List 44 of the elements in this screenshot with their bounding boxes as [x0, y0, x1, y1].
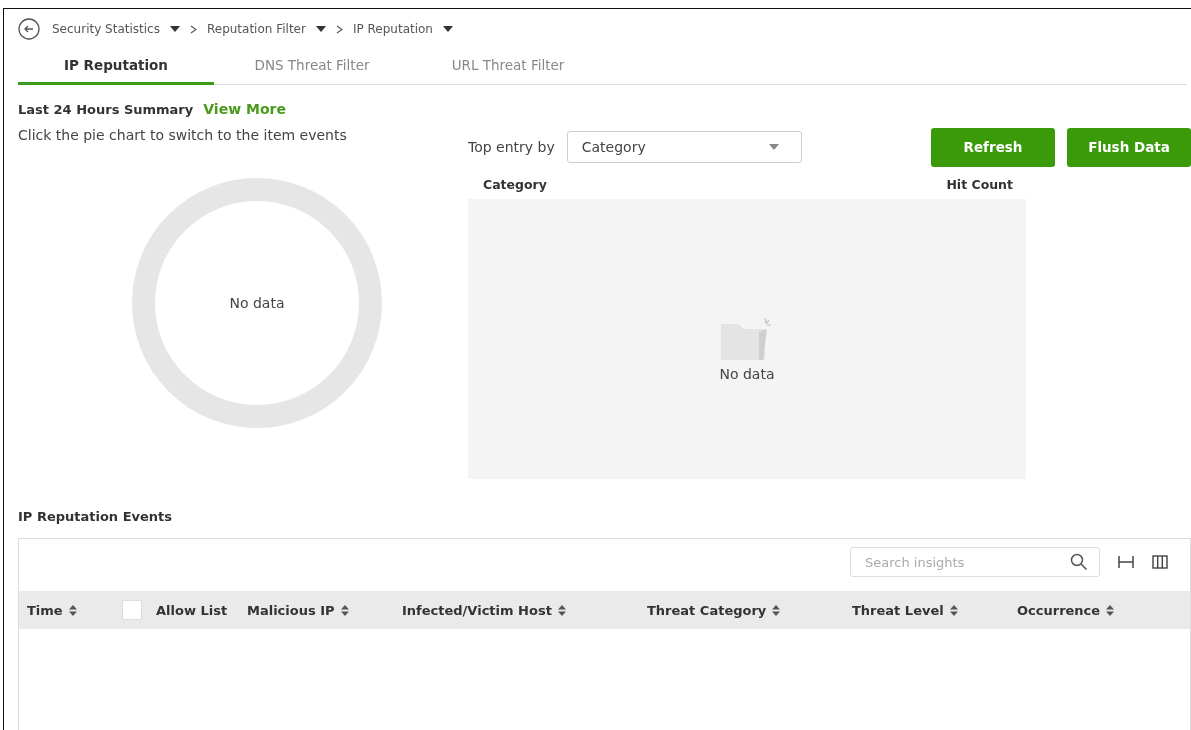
empty-donut-chart[interactable]: No data	[132, 178, 382, 428]
refresh-button[interactable]: Refresh	[931, 127, 1055, 167]
sort-icon[interactable]	[772, 604, 781, 616]
column-header[interactable]: Threat Level	[852, 602, 944, 618]
chevron-right-icon	[189, 24, 197, 34]
column-header[interactable]: Malicious IP	[247, 602, 335, 618]
category-dropdown[interactable]: Category	[566, 131, 802, 163]
no-data-text: No data	[229, 295, 285, 311]
view-more-link[interactable]: View More	[203, 101, 286, 117]
breadcrumb-item[interactable]: Security Statistics	[52, 22, 160, 36]
caret-down-icon[interactable]	[315, 26, 326, 32]
sort-icon[interactable]	[557, 604, 566, 616]
column-header[interactable]: Time	[27, 602, 63, 618]
columns-icon[interactable]	[1152, 555, 1168, 569]
no-data-text: No data	[719, 366, 775, 382]
breadcrumb-item[interactable]: Reputation Filter	[206, 22, 306, 36]
section-title: IP Reputation Events	[18, 509, 174, 524]
section-title: Last 24 Hours Summary	[18, 102, 194, 117]
column-header: Category	[483, 177, 547, 194]
tab[interactable]: IP Reputation	[18, 51, 214, 85]
hint-text: Click the pie chart to switch to the item events	[18, 126, 348, 145]
checkbox[interactable]	[122, 600, 142, 620]
top-entry-label: Top entry by	[468, 139, 555, 155]
chevron-right-icon	[335, 24, 343, 34]
search-field[interactable]: Search insights	[850, 547, 1100, 577]
column-header[interactable]: Allow List	[156, 602, 228, 618]
tab[interactable]: DNS Threat Filter	[214, 51, 410, 85]
fit-width-icon[interactable]	[1118, 555, 1134, 569]
sort-icon[interactable]	[1106, 604, 1115, 616]
caret-down-icon	[768, 144, 779, 150]
column-header[interactable]: Threat Category	[647, 602, 767, 618]
breadcrumb-item[interactable]: IP Reputation	[352, 22, 433, 36]
column-header[interactable]: Infected/Victim Host	[402, 602, 552, 618]
caret-down-icon[interactable]	[443, 26, 453, 32]
sort-icon[interactable]	[68, 604, 77, 616]
flush-data-button[interactable]: Flush Data	[1067, 127, 1191, 167]
search-icon	[1070, 553, 1088, 571]
sort-icon[interactable]	[949, 604, 958, 616]
back-icon[interactable]	[18, 18, 40, 40]
sort-icon[interactable]	[340, 604, 349, 616]
caret-down-icon[interactable]	[169, 26, 180, 32]
tab[interactable]: URL Threat Filter	[410, 51, 606, 85]
column-header: Hit Count	[946, 177, 1013, 194]
column-header[interactable]: Occurrence	[1017, 602, 1101, 618]
